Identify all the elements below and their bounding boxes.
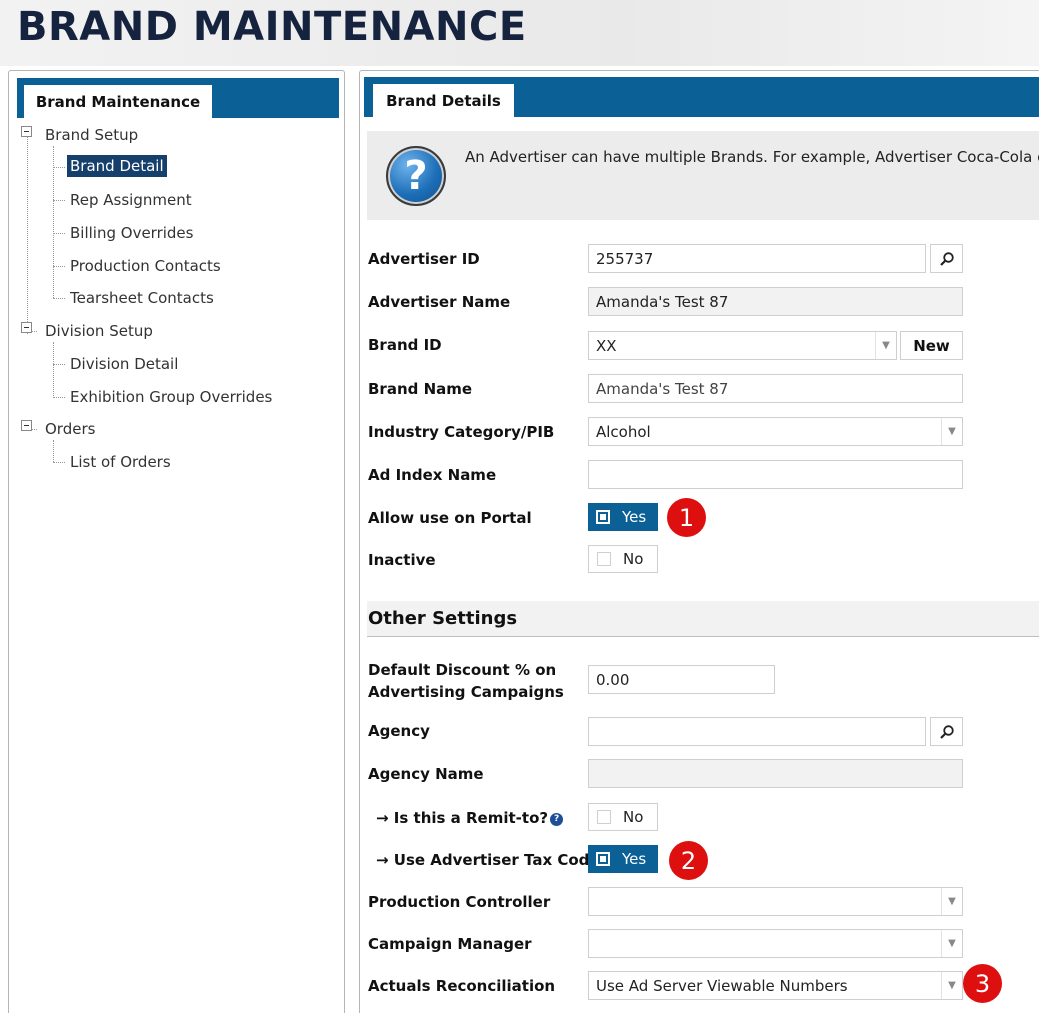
tab-brand-details[interactable]: Brand Details (373, 84, 514, 117)
remit-to-label: → Is this a Remit-to?? (376, 809, 564, 827)
remit-to-toggle[interactable]: No (588, 803, 658, 831)
page-title: BRAND MAINTENANCE (17, 4, 527, 50)
production-controller-select[interactable]: ▼ (588, 887, 963, 916)
advertiser-name-label: Advertiser Name (368, 293, 511, 311)
inactive-value: No (623, 550, 644, 568)
chevron-down-icon[interactable]: ▼ (875, 332, 896, 359)
use-tax-code-value: Yes (622, 850, 647, 868)
advertiser-search-button[interactable] (930, 244, 963, 273)
tree-item-brand-detail[interactable]: Brand Detail (67, 155, 167, 177)
inactive-toggle[interactable]: No (588, 545, 658, 573)
chevron-down-icon[interactable]: ▼ (941, 972, 962, 999)
brand-id-value: XX (596, 336, 617, 355)
advertiser-id-label: Advertiser ID (368, 250, 480, 268)
actuals-reconciliation-select[interactable]: Use Ad Server Viewable Numbers ▼ (588, 971, 963, 1000)
info-text: An Advertiser can have multiple Brands. … (465, 148, 1039, 166)
actuals-reconciliation-label: Actuals Reconciliation (368, 977, 556, 995)
callout-badge-3: 3 (963, 964, 1002, 1003)
checkbox-icon (596, 510, 610, 524)
actuals-reconciliation-value: Use Ad Server Viewable Numbers (596, 976, 848, 995)
default-discount-label-line1: Default Discount % on (368, 661, 557, 679)
tree-item-division-detail[interactable]: Division Detail (70, 355, 178, 373)
remit-to-value: No (623, 808, 644, 826)
agency-name-field (588, 759, 963, 788)
allow-portal-value: Yes (622, 508, 647, 526)
chevron-down-icon[interactable]: ▼ (941, 930, 962, 957)
industry-category-value: Alcohol (596, 422, 651, 441)
tab-brand-maintenance[interactable]: Brand Maintenance (24, 85, 212, 118)
default-discount-label-line2: Advertising Campaigns (368, 683, 564, 701)
use-tax-code-toggle[interactable]: Yes (588, 845, 658, 873)
agency-label: Agency (368, 722, 430, 740)
tree-item-exhibition-group-overrides[interactable]: Exhibition Group Overrides (70, 388, 272, 406)
inactive-label: Inactive (368, 551, 436, 569)
callout-badge-1: 1 (667, 498, 706, 537)
tree-item-list-of-orders[interactable]: List of Orders (70, 453, 171, 471)
use-tax-code-label: → Use Advertiser Tax Code (376, 851, 600, 869)
collapse-orders-icon[interactable] (21, 420, 32, 431)
chevron-down-icon[interactable]: ▼ (941, 418, 962, 445)
production-controller-label: Production Controller (368, 893, 551, 911)
checkbox-icon (596, 852, 610, 866)
ad-index-name-input[interactable] (588, 460, 963, 489)
default-discount-input[interactable]: 0.00 (588, 665, 775, 694)
agency-input[interactable] (588, 717, 926, 746)
help-icon[interactable]: ? (550, 813, 564, 826)
agency-name-label: Agency Name (368, 765, 484, 783)
info-box (367, 131, 1039, 220)
checkbox-icon (597, 810, 611, 824)
other-settings-title: Other Settings (368, 608, 518, 629)
callout-badge-2: 2 (669, 841, 708, 880)
advertiser-name-field: Amanda's Test 87 (588, 287, 963, 316)
tree-item-tearsheet-contacts[interactable]: Tearsheet Contacts (70, 289, 214, 307)
tree-group-division-setup[interactable]: Division Setup (45, 322, 153, 340)
brand-name-label: Brand Name (368, 380, 473, 398)
agency-search-button[interactable] (930, 717, 963, 746)
campaign-manager-label: Campaign Manager (368, 935, 532, 953)
allow-portal-toggle[interactable]: Yes (588, 503, 658, 531)
tree-group-orders[interactable]: Orders (45, 420, 95, 438)
tree-item-billing-overrides[interactable]: Billing Overrides (70, 224, 193, 242)
brand-id-select[interactable]: XX ▼ (588, 331, 897, 360)
collapse-brand-setup-icon[interactable] (21, 126, 32, 137)
new-brand-button[interactable]: New (900, 331, 963, 360)
tree-item-rep-assignment[interactable]: Rep Assignment (70, 191, 192, 209)
brand-id-label: Brand ID (368, 336, 442, 354)
remit-to-label-text: → Is this a Remit-to? (376, 809, 549, 827)
campaign-manager-select[interactable]: ▼ (588, 929, 963, 958)
left-navigation-panel: Brand Maintenance (8, 70, 345, 1013)
checkbox-icon (597, 552, 611, 566)
search-icon (939, 724, 954, 739)
brand-name-input[interactable]: Amanda's Test 87 (588, 374, 963, 403)
industry-category-select[interactable]: Alcohol ▼ (588, 417, 963, 446)
chevron-down-icon[interactable]: ▼ (941, 888, 962, 915)
tree-item-production-contacts[interactable]: Production Contacts (70, 257, 221, 275)
tree-group-brand-setup[interactable]: Brand Setup (45, 126, 138, 144)
left-tab-bar: Brand Maintenance (17, 78, 339, 118)
allow-portal-label: Allow use on Portal (368, 509, 532, 527)
industry-category-label: Industry Category/PIB (368, 423, 555, 441)
collapse-division-setup-icon[interactable] (21, 322, 32, 333)
search-icon (939, 251, 954, 266)
advertiser-id-input[interactable]: 255737 (588, 244, 926, 273)
ad-index-name-label: Ad Index Name (368, 466, 497, 484)
help-question-icon: ? (386, 146, 446, 206)
